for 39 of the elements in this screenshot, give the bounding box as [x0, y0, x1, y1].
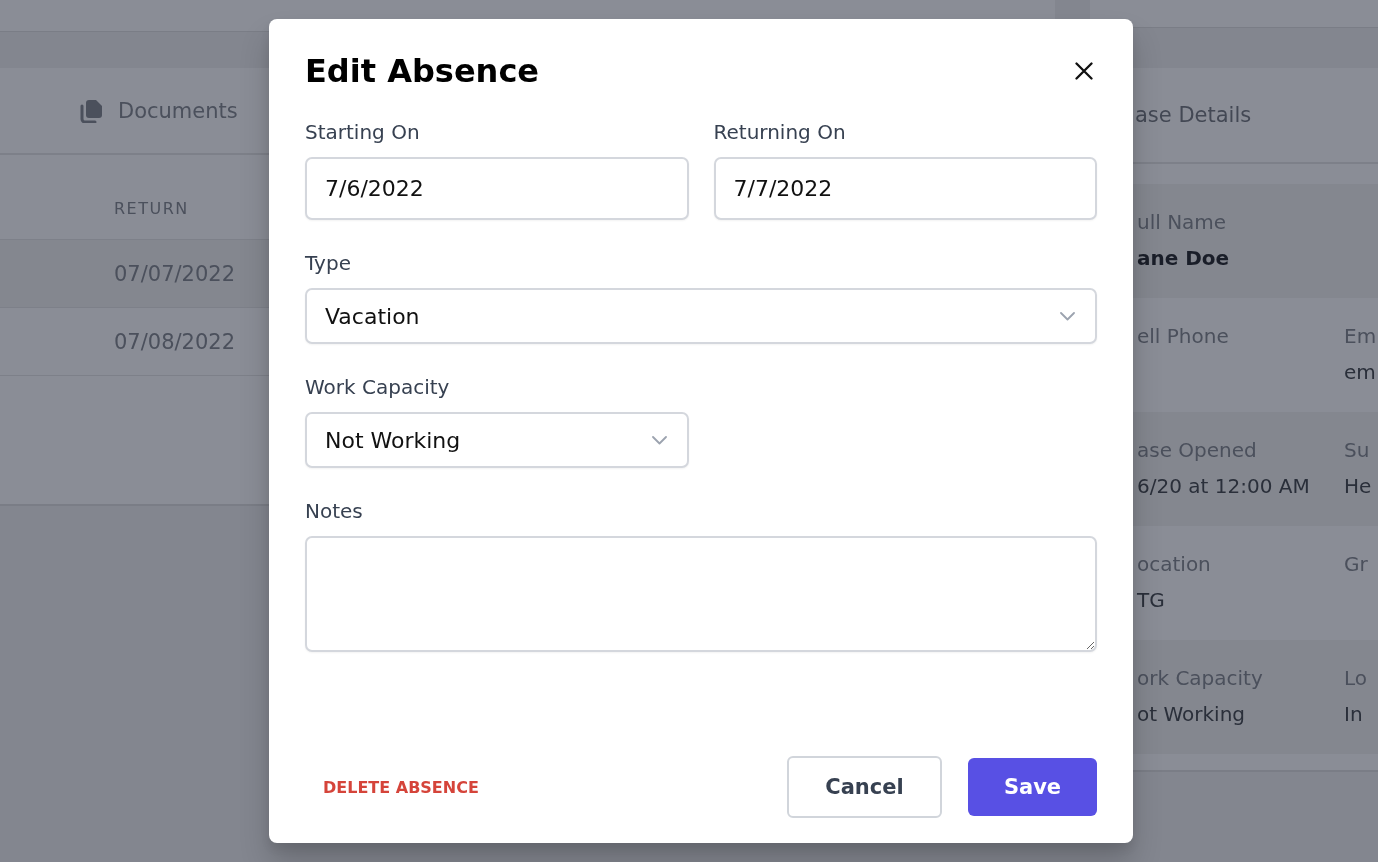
- notes-field[interactable]: [305, 536, 1097, 652]
- delete-link[interactable]: DELETE ABSENCE: [305, 767, 497, 807]
- field-value: ane Doe: [1137, 245, 1231, 271]
- field-value: In: [1344, 701, 1364, 727]
- field-value: 6/20 at 12:00 AM: [1137, 473, 1311, 499]
- field-value: em: [1344, 359, 1377, 385]
- dropdown[interactable]: Not Working: [305, 412, 689, 468]
- date-field[interactable]: 7/7/2022: [713, 157, 1097, 220]
- chevron-down-icon: [1060, 311, 1075, 321]
- field-value: ot Working: [1137, 701, 1246, 727]
- close-button[interactable]: [1075, 62, 1093, 80]
- field-label: Em: [1344, 324, 1378, 348]
- field-label: ocation: [1137, 552, 1212, 576]
- field-label: Gr: [1344, 552, 1369, 576]
- field-label: Returning On: [713, 120, 847, 145]
- close-icon: [1075, 62, 1093, 80]
- field-label: Work Capacity: [305, 375, 451, 400]
- date-field[interactable]: 7/6/2022: [305, 157, 689, 220]
- field-label: ase Opened: [1137, 438, 1258, 462]
- cancel-button[interactable]: Cancel: [787, 756, 942, 818]
- column-header: RETURN: [114, 199, 189, 218]
- save-button[interactable]: Save: [968, 758, 1097, 816]
- dropdown[interactable]: Vacation: [305, 288, 1097, 344]
- field-value: TG: [1137, 587, 1166, 613]
- chevron-down-icon: [651, 435, 667, 445]
- table-cell: 07/07/2022: [114, 261, 236, 286]
- field-label: ull Name: [1137, 210, 1228, 234]
- dialog-title: Edit Absence: [305, 52, 540, 90]
- field-label: Starting On: [305, 120, 421, 145]
- field-label: ell Phone: [1137, 324, 1230, 348]
- panel-title: ase Details: [1135, 103, 1252, 127]
- field-label: Type: [305, 251, 352, 276]
- field-value: He: [1344, 473, 1373, 499]
- field-label: Notes: [305, 499, 364, 524]
- field-label: Su: [1344, 438, 1371, 462]
- field-label: Lo: [1344, 666, 1369, 690]
- field-label: ork Capacity: [1137, 666, 1264, 690]
- documents-icon: [80, 98, 103, 123]
- table-cell: 07/08/2022: [114, 329, 236, 354]
